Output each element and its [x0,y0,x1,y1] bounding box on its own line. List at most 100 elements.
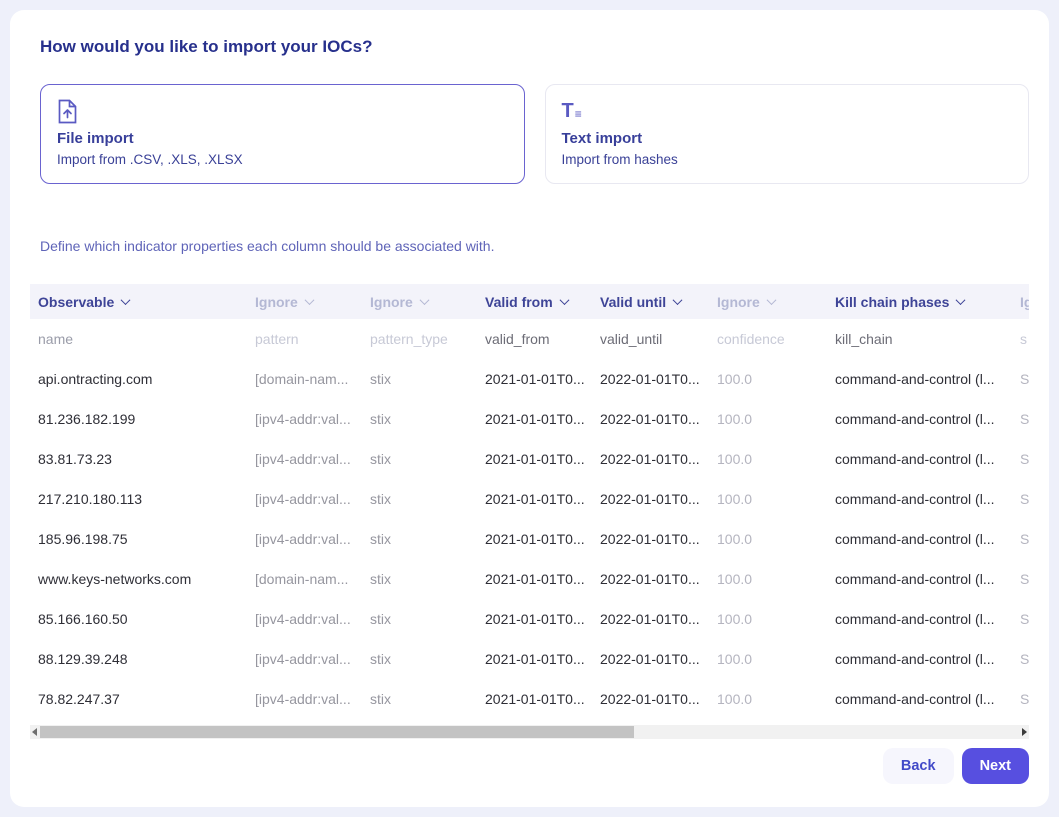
card-title: File import [57,129,508,149]
field-name-row: namepatternpattern_typevalid_fromvalid_u… [30,319,1029,359]
chevron-down-icon [956,295,966,305]
chevron-down-icon [766,295,776,305]
table-cell: [ipv4-addr:val... [255,691,370,707]
table-cell: 2022-01-01T0... [600,451,717,467]
table-cell: S [1020,651,1029,667]
table-cell: 2021-01-01T0... [485,531,600,547]
table-cell: command-and-control (l... [835,571,1020,587]
table-cell: 2021-01-01T0... [485,691,600,707]
table-cell: 100.0 [717,491,835,507]
column-select-5[interactable]: Ignore [717,294,835,310]
table-row: 185.96.198.75[ipv4-addr:val...stix2021-0… [30,519,1029,559]
table-cell: 100.0 [717,371,835,387]
table-header-row: ObservableIgnoreIgnoreValid fromValid un… [30,284,1029,319]
file-import-card[interactable]: File import Import from .CSV, .XLS, .XLS… [40,84,525,184]
table-cell: www.keys-networks.com [30,571,255,587]
field-name-cell: name [30,331,255,347]
field-name-cell: pattern [255,331,370,347]
table-cell: [ipv4-addr:val... [255,491,370,507]
mapping-description: Define which indicator properties each c… [40,237,1029,256]
scrollbar-thumb[interactable] [40,726,634,738]
table-cell: api.ontracting.com [30,371,255,387]
table-cell: 2022-01-01T0... [600,491,717,507]
table-cell: command-and-control (l... [835,611,1020,627]
table-cell: S [1020,371,1029,387]
table-cell: 100.0 [717,411,835,427]
table-cell: S [1020,571,1029,587]
table-cell: stix [370,491,485,507]
table-cell: [ipv4-addr:val... [255,611,370,627]
column-select-0[interactable]: Observable [30,294,255,310]
table-cell: 2021-01-01T0... [485,571,600,587]
table-cell: 100.0 [717,611,835,627]
field-name-cell: s [1020,331,1029,347]
card-title: Text import [562,129,1013,149]
table-cell: 88.129.39.248 [30,651,255,667]
table-cell: stix [370,371,485,387]
table-cell: 2022-01-01T0... [600,411,717,427]
next-button[interactable]: Next [962,748,1029,784]
field-name-cell: pattern_type [370,331,485,347]
scroll-right-arrow-icon[interactable] [1022,728,1027,736]
table-row: 88.129.39.248[ipv4-addr:val...stix2021-0… [30,639,1029,679]
table-cell: 217.210.180.113 [30,491,255,507]
field-name-cell: confidence [717,331,835,347]
table-row: www.keys-networks.com[domain-nam...stix2… [30,559,1029,599]
column-select-6[interactable]: Kill chain phases [835,294,1020,310]
table-cell: [domain-nam... [255,371,370,387]
column-select-2[interactable]: Ignore [370,294,485,310]
back-button[interactable]: Back [883,748,954,784]
chevron-down-icon [673,295,683,305]
table-cell: command-and-control (l... [835,691,1020,707]
table-cell: command-and-control (l... [835,411,1020,427]
table-cell: stix [370,651,485,667]
table-cell: 2022-01-01T0... [600,691,717,707]
field-name-cell: kill_chain [835,331,1020,347]
table-cell: 2022-01-01T0... [600,651,717,667]
table-cell: stix [370,691,485,707]
table-cell: 185.96.198.75 [30,531,255,547]
table-cell: 2021-01-01T0... [485,611,600,627]
table-row: 83.81.73.23[ipv4-addr:val...stix2021-01-… [30,439,1029,479]
table-cell: S [1020,411,1029,427]
table-row: 81.236.182.199[ipv4-addr:val...stix2021-… [30,399,1029,439]
table-cell: 100.0 [717,651,835,667]
table-cell: command-and-control (l... [835,371,1020,387]
table-cell: [domain-nam... [255,571,370,587]
column-select-4[interactable]: Valid until [600,294,717,310]
table-cell: [ipv4-addr:val... [255,411,370,427]
scroll-left-arrow-icon[interactable] [32,728,37,736]
table-cell: 2021-01-01T0... [485,651,600,667]
table-cell: 100.0 [717,531,835,547]
table-cell: stix [370,571,485,587]
text-import-card[interactable]: T≡ Text import Import from hashes [545,84,1030,184]
chevron-down-icon [121,295,131,305]
table-cell: S [1020,691,1029,707]
table-cell: [ipv4-addr:val... [255,651,370,667]
table-cell: command-and-control (l... [835,531,1020,547]
column-select-3[interactable]: Valid from [485,294,600,310]
table-cell: 100.0 [717,691,835,707]
field-name-cell: valid_until [600,331,717,347]
column-mapping-table: ObservableIgnoreIgnoreValid fromValid un… [30,284,1029,719]
column-select-7[interactable]: Ignore [1020,294,1029,310]
table-cell: 100.0 [717,451,835,467]
horizontal-scrollbar[interactable] [30,725,1029,739]
table-cell: 2022-01-01T0... [600,531,717,547]
table-cell: 85.166.160.50 [30,611,255,627]
column-select-1[interactable]: Ignore [255,294,370,310]
chevron-down-icon [559,295,569,305]
table-cell: 78.82.247.37 [30,691,255,707]
text-lines-icon: T≡ [562,98,1013,124]
table-cell: 2022-01-01T0... [600,571,717,587]
table-cell: 2022-01-01T0... [600,371,717,387]
page-title: How would you like to import your IOCs? [40,36,1029,58]
table-cell: 2021-01-01T0... [485,371,600,387]
file-upload-icon [57,98,508,124]
import-options: File import Import from .CSV, .XLS, .XLS… [40,84,1029,184]
card-subtitle: Import from hashes [562,151,1013,169]
chevron-down-icon [304,295,314,305]
import-wizard-panel: How would you like to import your IOCs? … [10,10,1049,807]
table-cell: stix [370,451,485,467]
table-cell: [ipv4-addr:val... [255,531,370,547]
